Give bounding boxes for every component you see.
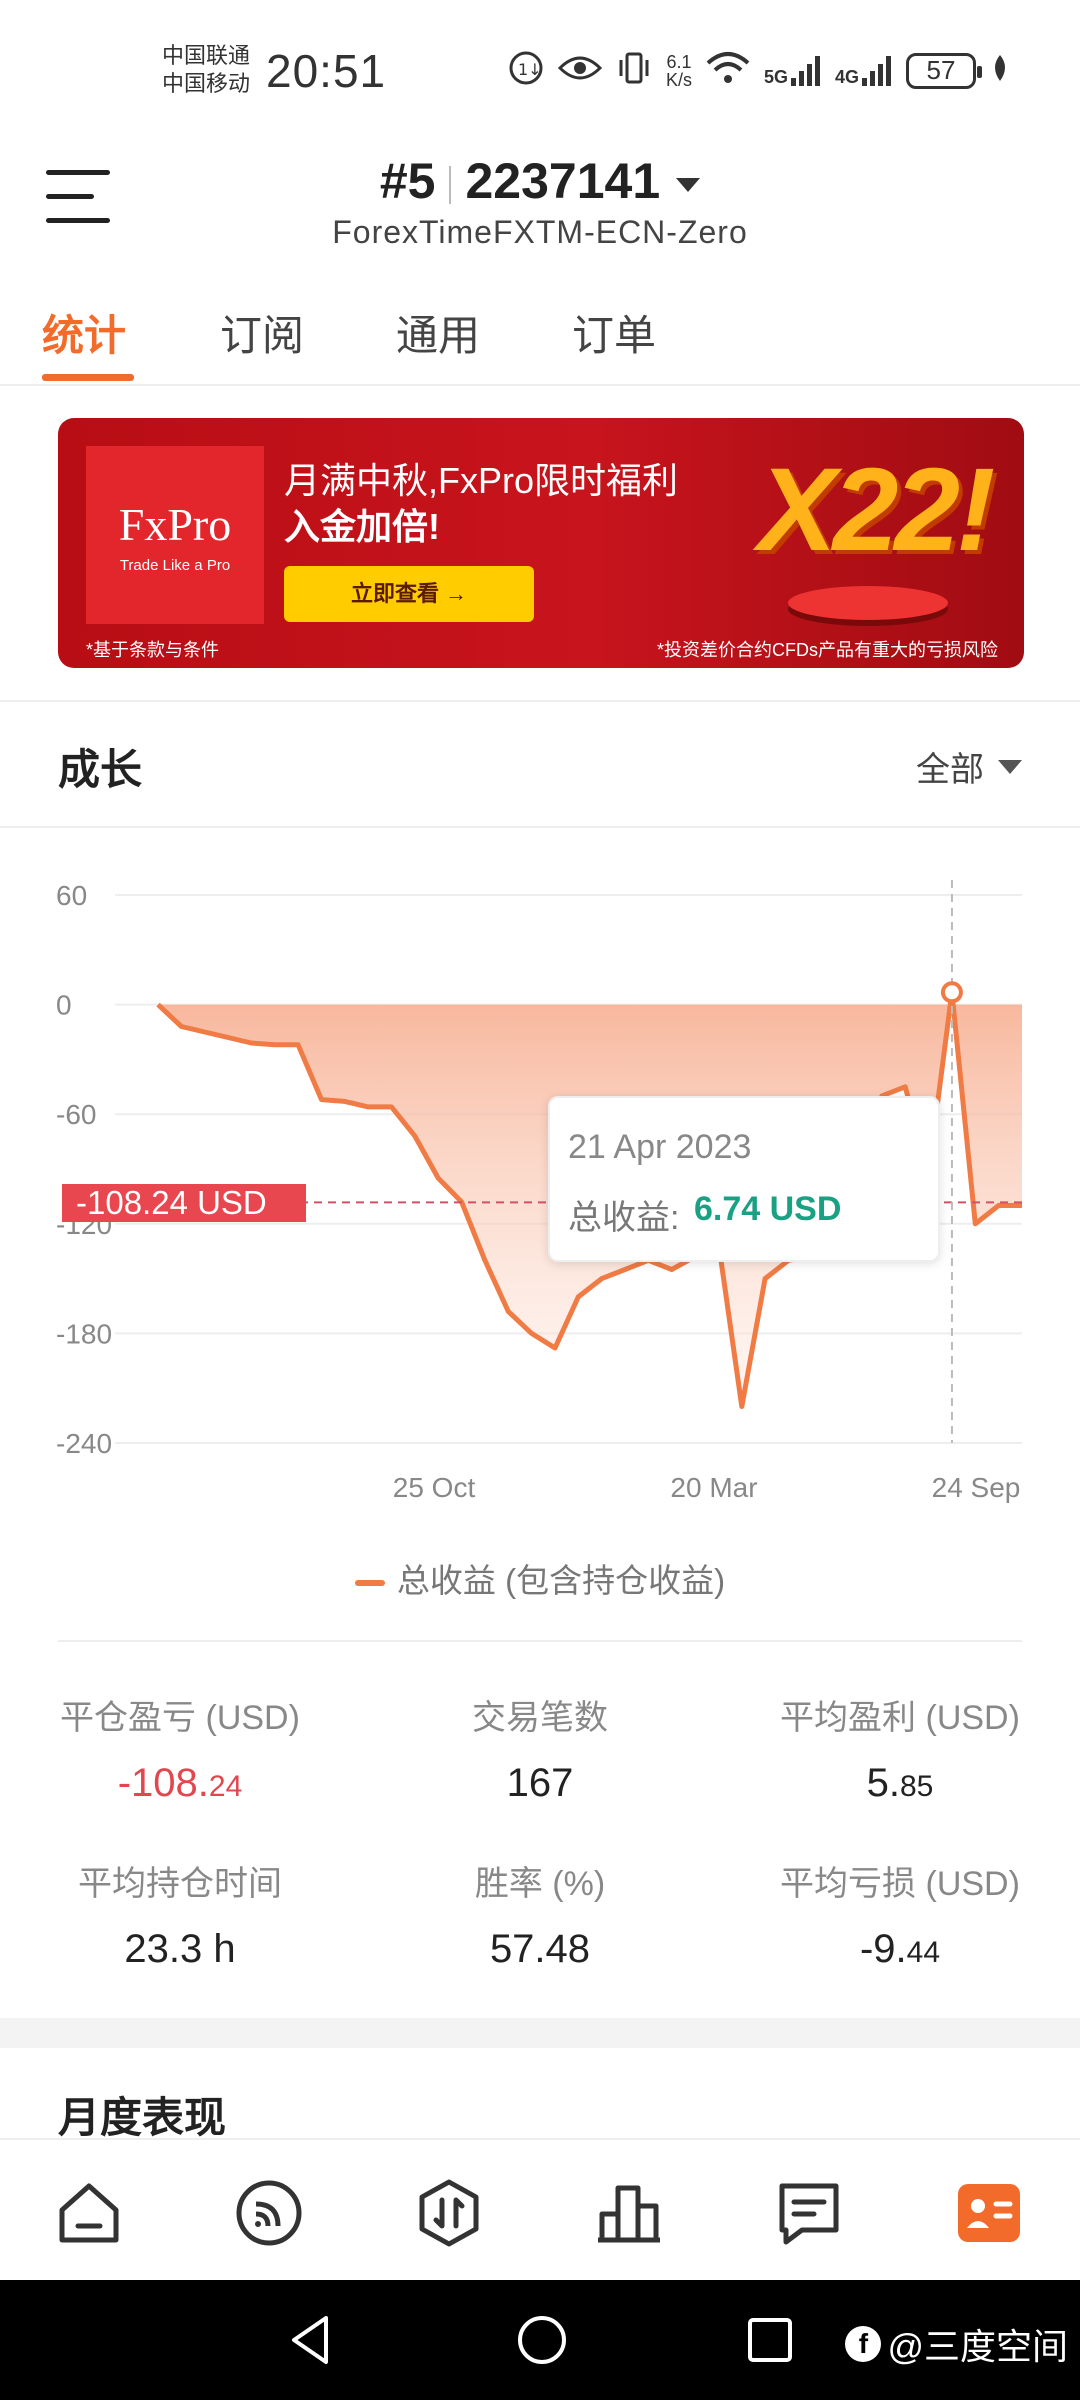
tab-bar: 统计 订阅 通用 订单	[0, 290, 1080, 386]
highlight-point	[940, 981, 963, 1004]
banner-cta-button[interactable]: 立即查看 →	[284, 566, 534, 622]
section-divider	[0, 700, 1080, 702]
active-tab-indicator	[42, 374, 134, 381]
stat-trade-count: 交易笔数 167	[472, 1699, 608, 1805]
tab-orders[interactable]: 订单	[572, 302, 656, 363]
chart-legend[interactable]: 总收益 (包含持仓收益)	[0, 1554, 1080, 1602]
carrier-2: 中国移动	[162, 71, 251, 96]
section-gap	[0, 2018, 1080, 2048]
current-value-tag: -108.24 USD	[62, 1184, 306, 1222]
net-speed: 6.1 K/s	[665, 51, 692, 90]
tooltip-label: 总收益:	[568, 1199, 680, 1237]
chevron-down-icon	[998, 759, 1022, 774]
growth-title: 成长	[58, 746, 143, 793]
battery-icon: 57	[906, 52, 982, 89]
podium-graphic	[788, 586, 948, 620]
banner-terms: *基于条款与条件	[86, 640, 220, 660]
stat-avg-profit: 平均盈利 (USD) 5.85	[780, 1699, 1020, 1805]
fxpro-logo: FxPro Trade Like a Pro	[86, 446, 264, 624]
y-tick-label: -180	[56, 1318, 112, 1349]
legend-swatch	[354, 1580, 385, 1587]
profile-card-icon[interactable]	[952, 2176, 1026, 2250]
tooltip-value: 6.74 USD	[694, 1190, 842, 1228]
tooltip-date: 21 Apr 2023	[568, 1128, 752, 1166]
trade-icon[interactable]	[412, 2176, 486, 2250]
weibo-logo-icon: f	[845, 2326, 882, 2362]
svg-text:1↓: 1↓	[518, 60, 542, 79]
tab-stats[interactable]: 统计	[42, 302, 126, 363]
bottom-nav	[0, 2138, 1080, 2280]
stat-avg-hold-time: 平均持仓时间 23.3 h	[78, 1865, 282, 1971]
banner-headline: 月满中秋,FxPro限时福利	[284, 460, 679, 501]
broker-server: ForexTimeFXTM-ECN-Zero	[332, 214, 748, 250]
home-icon[interactable]	[52, 2176, 126, 2250]
signal-feed-icon[interactable]	[232, 2176, 306, 2250]
tab-general[interactable]: 通用	[396, 302, 480, 363]
signal-4g-icon: 4G	[835, 55, 892, 86]
account-selector[interactable]: #5 2237141	[0, 152, 1080, 210]
x-tick-label: 24 Sep	[932, 1472, 1021, 1503]
y-tick-label: -60	[56, 1099, 96, 1130]
status-icons: 1↓ 6.1 K/s 5G 4G 57	[508, 50, 1010, 91]
vibrate-icon	[616, 50, 652, 91]
promo-banner[interactable]: FxPro Trade Like a Pro 月满中秋,FxPro限时福利 入金…	[58, 418, 1024, 668]
chart-bars-icon[interactable]	[592, 2176, 666, 2250]
home-circle-icon[interactable]	[514, 2310, 570, 2375]
chart-tooltip: 21 Apr 2023 总收益: 6.74 USD	[548, 1096, 940, 1262]
tab-subscribe[interactable]: 订阅	[220, 302, 304, 363]
x-tick-label: 20 Mar	[670, 1472, 757, 1503]
signal-5g-icon: 5G	[764, 55, 821, 86]
clock: 20:51	[266, 45, 387, 97]
section-divider	[0, 826, 1080, 828]
banner-risk-warning: *投资差价合约CFDs产品有重大的亏损风险	[657, 640, 998, 660]
back-icon[interactable]	[286, 2310, 336, 2375]
stat-avg-loss: 平均亏损 (USD) -9.44	[780, 1865, 1020, 1971]
banner-promo-graphic: X22!	[758, 444, 995, 576]
section-divider	[58, 1640, 1022, 1642]
recents-icon[interactable]	[744, 2310, 794, 2375]
x-tick-label: 25 Oct	[393, 1472, 476, 1503]
account-id: 2237141	[465, 153, 661, 209]
status-bar: 中国联通 中国移动 20:51 1↓ 6.1 K/s 5G 4G 57	[0, 0, 1080, 140]
y-tick-label: -240	[56, 1428, 112, 1459]
watermark: f @三度空间	[845, 2318, 1068, 2370]
carrier-1: 中国联通	[162, 43, 251, 68]
legend-label: 总收益 (包含持仓收益)	[396, 1562, 726, 1599]
messages-icon[interactable]	[772, 2176, 846, 2250]
wifi-icon	[706, 51, 750, 90]
stat-closed-pnl: 平仓盈亏 (USD) -108.24	[60, 1699, 300, 1805]
leaf-icon	[990, 53, 1010, 88]
chevron-down-icon	[676, 177, 701, 192]
app-header: #5 2237141 ForexTimeFXTM-ECN-Zero	[0, 140, 1080, 270]
monthly-performance-title: 月度表现	[58, 2094, 227, 2141]
eye-icon	[557, 53, 603, 88]
stat-win-rate: 胜率 (%) 57.48	[474, 1865, 606, 1971]
y-tick-label: 0	[56, 990, 72, 1021]
banner-subheadline: 入金加倍!	[284, 506, 440, 547]
system-nav-bar: f @三度空间	[0, 2280, 1080, 2400]
hd-icon: 1↓	[508, 50, 544, 91]
carrier-labels: 中国联通 中国移动	[162, 42, 250, 98]
period-filter-dropdown[interactable]: 全部	[916, 742, 1022, 791]
account-number: #5	[379, 153, 436, 209]
y-tick-label: 60	[56, 880, 87, 911]
